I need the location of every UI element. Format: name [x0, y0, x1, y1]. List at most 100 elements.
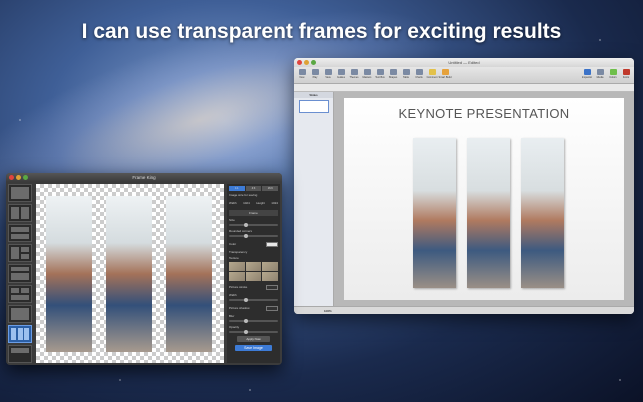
comment-icon [428, 69, 436, 75]
toolbar-inspector[interactable]: Inspector [582, 69, 592, 80]
masters-icon [363, 69, 371, 75]
tab-ratio-1-1[interactable]: 1:1 [229, 186, 245, 191]
opacity-label: Opacity [229, 325, 240, 329]
toolbar-table[interactable]: Table [401, 69, 411, 80]
toolbar-masters[interactable]: Masters [362, 69, 372, 80]
frame-section-header: Frame [229, 210, 278, 216]
slide-title[interactable]: KEYNOTE PRESENTATION [344, 106, 624, 121]
picture-stroke-checkbox[interactable]: Picture stroke [229, 285, 247, 289]
frame-layout[interactable] [8, 204, 32, 223]
play-icon [311, 69, 319, 75]
text-box-icon [376, 69, 384, 75]
size-label: Image size for saving [229, 193, 258, 197]
toolbar-comment[interactable]: Comment [427, 69, 437, 80]
blur-label: Blur [229, 314, 235, 318]
zoom-level[interactable]: 100% [294, 306, 634, 314]
stroke-color-swatch[interactable] [266, 284, 278, 290]
texture-radio[interactable]: Texture [229, 256, 278, 260]
size-slider[interactable] [229, 223, 278, 227]
frame-layout[interactable] [8, 224, 32, 243]
view-icon [324, 69, 332, 75]
shadow-color-swatch[interactable] [266, 305, 278, 311]
shapes-icon [389, 69, 397, 75]
color-radio[interactable]: Color [229, 242, 236, 246]
frame-king-window: Frame King 1:1 4:3 16:9 Image size for s… [6, 173, 282, 365]
height-field[interactable]: 1024 [271, 201, 278, 205]
frame-layouts [8, 184, 32, 363]
inspector-icon [583, 69, 591, 75]
stroke-width-slider[interactable] [229, 298, 278, 302]
texture-option[interactable] [262, 272, 278, 281]
settings-panel: 1:1 4:3 16:9 Image size for saving Width… [227, 184, 280, 363]
rounded-slider[interactable] [229, 234, 278, 238]
picture-shadow-checkbox[interactable]: Picture shadow [229, 306, 250, 310]
texture-option[interactable] [229, 272, 245, 281]
toolbar-colors[interactable]: Colors [608, 69, 618, 80]
stroke-width-label: Width [229, 293, 237, 297]
width-label: Width [229, 201, 237, 205]
keynote-window-title: Untitled — Edited [448, 60, 480, 65]
toolbar-fonts[interactable]: Fonts [621, 69, 631, 80]
frame-layout[interactable] [8, 284, 32, 303]
frame-king-titlebar: Frame King [6, 173, 282, 182]
toolbar-shapes[interactable]: Shapes [388, 69, 398, 80]
toolbar-text-box[interactable]: Text Box [375, 69, 385, 80]
colors-icon [609, 69, 617, 75]
fonts-icon [622, 69, 630, 75]
texture-option[interactable] [245, 262, 262, 271]
texture-option[interactable] [245, 272, 262, 281]
slide-navigator: Slides [294, 92, 334, 306]
frame-layout[interactable] [8, 264, 32, 283]
frame-layout-selected[interactable] [8, 324, 32, 343]
color-swatch[interactable] [266, 241, 278, 247]
charts-icon [415, 69, 423, 75]
framed-photo[interactable] [106, 196, 152, 352]
framed-photo[interactable] [467, 138, 510, 288]
new-icon [298, 69, 306, 75]
keynote-titlebar: Untitled — Edited [294, 58, 634, 67]
framed-photo[interactable] [166, 196, 212, 352]
toolbar-charts[interactable]: Charts [414, 69, 424, 80]
slide[interactable]: KEYNOTE PRESENTATION [344, 98, 624, 300]
ratio-tabs: 1:1 4:3 16:9 [229, 186, 279, 191]
apply-button[interactable]: Apply Now [237, 336, 270, 342]
frame-king-window-title: Frame King [132, 175, 156, 180]
toolbar-play[interactable]: Play [310, 69, 320, 80]
frame-layout[interactable] [8, 244, 32, 263]
height-label: Height [256, 201, 265, 205]
transparent-canvas[interactable] [36, 184, 224, 363]
table-icon [402, 69, 410, 75]
format-bar[interactable] [294, 84, 634, 92]
toolbar-media[interactable]: Media [595, 69, 605, 80]
blur-slider[interactable] [229, 319, 278, 323]
size-label: Size [229, 218, 235, 222]
framed-photo[interactable] [521, 138, 564, 288]
texture-option[interactable] [262, 262, 278, 271]
keynote-window: Untitled — Edited New Play View Guides T… [294, 58, 634, 314]
toolbar-guides[interactable]: Guides [336, 69, 346, 80]
tab-ratio-16-9[interactable]: 16:9 [262, 186, 279, 191]
smart-build-icon [441, 69, 449, 75]
width-field[interactable]: 1024 [243, 201, 250, 205]
toolbar-view[interactable]: View [323, 69, 333, 80]
toolbar-new[interactable]: New [297, 69, 307, 80]
headline: I can use transparent frames for excitin… [81, 20, 562, 43]
transparency-radio[interactable]: Transparency [229, 250, 278, 254]
slide-thumbnail[interactable] [298, 100, 329, 113]
framed-photo[interactable] [46, 196, 92, 352]
texture-grid [229, 262, 278, 281]
frame-layout[interactable] [8, 184, 32, 203]
toolbar-smart-build[interactable]: Smart Build [439, 69, 451, 80]
opacity-slider[interactable] [229, 330, 278, 334]
frame-layout[interactable] [8, 344, 32, 363]
rounded-label: Rounded corners [229, 229, 253, 233]
keynote-toolbar: New Play View Guides Themes Masters Text… [294, 67, 634, 84]
media-icon [596, 69, 604, 75]
texture-option[interactable] [229, 262, 245, 271]
save-image-button[interactable]: Save Image [235, 345, 272, 351]
themes-icon [350, 69, 358, 75]
framed-photo[interactable] [413, 138, 456, 288]
tab-ratio-4-3[interactable]: 4:3 [245, 186, 262, 191]
toolbar-themes[interactable]: Themes [349, 69, 359, 80]
frame-layout[interactable] [8, 304, 32, 323]
